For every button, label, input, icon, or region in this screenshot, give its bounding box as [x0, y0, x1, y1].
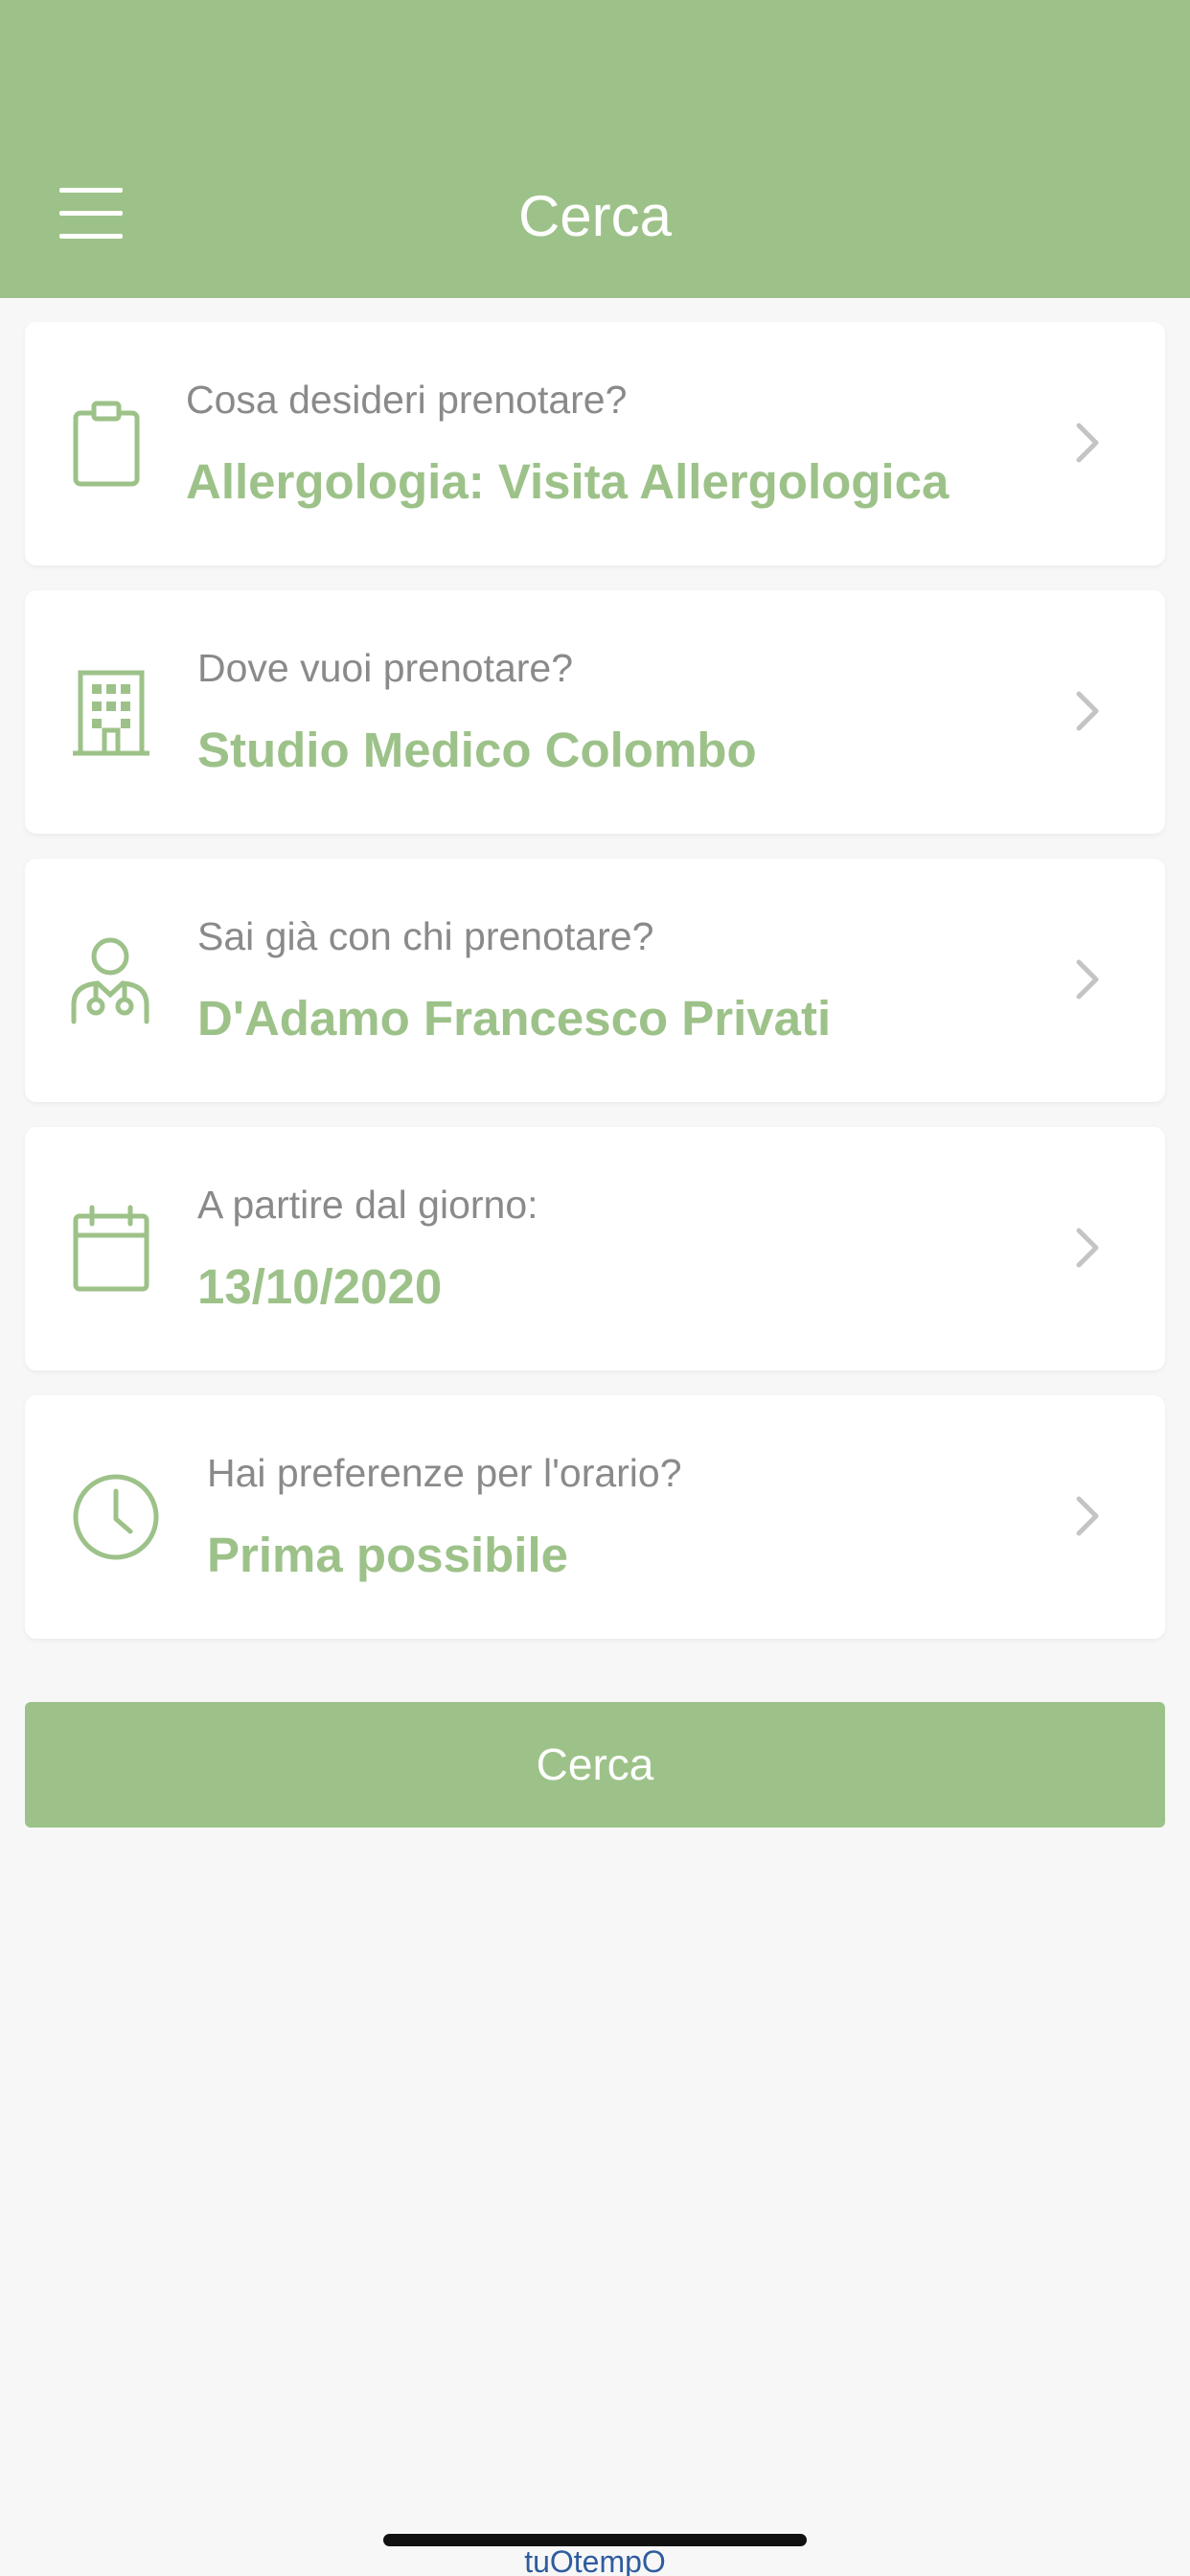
location-selector[interactable]: Dove vuoi prenotare? Studio Medico Colom… — [25, 590, 1165, 834]
doctor-selector[interactable]: Sai già con chi prenotare? D'Adamo Franc… — [25, 859, 1165, 1102]
field-label: A partire dal giorno: — [197, 1183, 538, 1227]
field-label: Cosa desideri prenotare? — [186, 378, 628, 422]
start-date-selector[interactable]: A partire dal giorno: 13/10/2020 — [25, 1127, 1165, 1370]
app-screen: Cerca Cosa desideri prenotare? Allergolo… — [0, 0, 1190, 2576]
watermark: tuOtempO — [524, 2544, 666, 2576]
field-value: Prima possibile — [207, 1528, 568, 1582]
app-header: Cerca — [0, 0, 1190, 298]
chevron-right-icon — [1076, 423, 1099, 463]
field-label: Hai preferenze per l'orario? — [207, 1451, 682, 1495]
time-preference-selector[interactable]: Hai preferenze per l'orario? Prima possi… — [25, 1395, 1165, 1639]
field-label: Dove vuoi prenotare? — [197, 646, 574, 690]
field-value: D'Adamo Francesco Privati — [197, 991, 832, 1046]
clock-icon — [71, 1395, 161, 1639]
booking-type-selector[interactable]: Cosa desideri prenotare? Allergologia: V… — [25, 322, 1165, 565]
chevron-right-icon — [1076, 1228, 1099, 1268]
building-icon — [71, 590, 151, 834]
calendar-icon — [71, 1127, 151, 1370]
page-title: Cerca — [517, 184, 673, 248]
field-value: Allergologia: Visita Allergologica — [186, 454, 950, 509]
chevron-right-icon — [1076, 1496, 1099, 1536]
field-value: 13/10/2020 — [197, 1259, 443, 1314]
field-label: Sai già con chi prenotare? — [197, 914, 654, 958]
chevron-right-icon — [1076, 959, 1099, 1000]
clipboard-icon — [71, 322, 142, 565]
field-value: Studio Medico Colombo — [197, 723, 757, 777]
search-button[interactable]: Cerca — [25, 1702, 1165, 1828]
chevron-right-icon — [1076, 691, 1099, 731]
doctor-icon — [69, 859, 151, 1102]
